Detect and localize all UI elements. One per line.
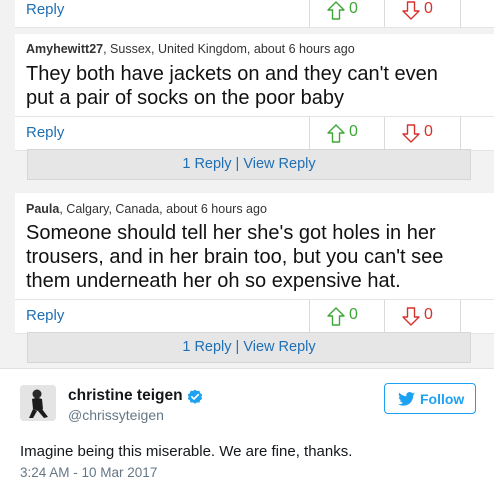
profile-photo-icon bbox=[20, 385, 56, 421]
comment-actions: Reply 0 0 bbox=[15, 299, 494, 334]
comment-actions: Reply 0 0 bbox=[15, 0, 494, 28]
view-replies-button[interactable]: 1 Reply | View Reply bbox=[27, 332, 471, 363]
downvote-button[interactable]: 0 bbox=[384, 300, 461, 333]
comment-body: They both have jackets on and they can't… bbox=[26, 62, 476, 110]
downvote-count: 0 bbox=[424, 0, 433, 17]
comment-actions: Reply 0 0 bbox=[15, 116, 494, 151]
reply-link[interactable]: Reply bbox=[26, 307, 64, 324]
reply-link[interactable]: Reply bbox=[26, 1, 64, 18]
arrow-down-icon bbox=[402, 124, 420, 143]
upvote-count: 0 bbox=[349, 123, 358, 140]
upvote-button[interactable]: 0 bbox=[309, 0, 385, 27]
comment-meta: Amyhewitt27, Sussex, United Kingdom, abo… bbox=[26, 42, 355, 56]
embedded-tweet: christine teigen @chrissyteigen Follow I… bbox=[0, 368, 494, 481]
downvote-count: 0 bbox=[424, 306, 433, 323]
arrow-down-icon bbox=[402, 307, 420, 326]
comment-line: They both have jackets on and they can't… bbox=[26, 63, 438, 85]
arrow-up-icon bbox=[327, 124, 345, 143]
tweet-text: Imagine being this miserable. We are fin… bbox=[20, 443, 353, 460]
view-replies-button[interactable]: 1 Reply | View Reply bbox=[27, 149, 471, 180]
verified-badge-icon bbox=[187, 389, 203, 404]
upvote-count: 0 bbox=[349, 0, 358, 17]
downvote-button[interactable]: 0 bbox=[384, 0, 461, 27]
comments-section: Reply 0 0 Amyhewitt27, Sussex, United Ki… bbox=[0, 0, 494, 368]
downvote-button[interactable]: 0 bbox=[384, 117, 461, 150]
upvote-button[interactable]: 0 bbox=[309, 117, 385, 150]
comment-line: trousers, and in her brain too, but you … bbox=[26, 246, 444, 268]
tweet-timestamp[interactable]: 3:24 AM - 10 Mar 2017 bbox=[20, 465, 157, 480]
comment: Paula, Calgary, Canada, about 6 hours ag… bbox=[15, 193, 494, 299]
upvote-count: 0 bbox=[349, 306, 358, 323]
comment-author[interactable]: Amyhewitt27 bbox=[26, 42, 103, 56]
comment-body: Someone should tell her she's got holes … bbox=[26, 221, 476, 293]
arrow-up-icon bbox=[327, 1, 345, 20]
view-replies-label[interactable]: 1 Reply | View Reply bbox=[182, 339, 315, 355]
comment: Amyhewitt27, Sussex, United Kingdom, abo… bbox=[15, 34, 494, 116]
reply-link[interactable]: Reply bbox=[26, 124, 64, 141]
avatar[interactable] bbox=[20, 385, 56, 421]
comment-location-time: , Calgary, Canada, about 6 hours ago bbox=[59, 202, 267, 216]
tweet-author-handle[interactable]: @chrissyteigen bbox=[68, 407, 164, 423]
arrow-up-icon bbox=[327, 307, 345, 326]
comment-line: Someone should tell her she's got holes … bbox=[26, 222, 436, 244]
comment-line: them underneath her oh so expensive hat. bbox=[26, 270, 401, 292]
comment-line: put a pair of socks on the poor baby bbox=[26, 87, 344, 109]
follow-label[interactable]: Follow bbox=[420, 391, 464, 407]
tweet-author-name[interactable]: christine teigen bbox=[68, 387, 183, 405]
arrow-down-icon bbox=[402, 1, 420, 20]
view-replies-label[interactable]: 1 Reply | View Reply bbox=[182, 156, 315, 172]
twitter-bird-icon bbox=[398, 392, 415, 406]
upvote-button[interactable]: 0 bbox=[309, 300, 385, 333]
follow-button[interactable]: Follow bbox=[384, 383, 476, 414]
comment-location-time: , Sussex, United Kingdom, about 6 hours … bbox=[103, 42, 355, 56]
downvote-count: 0 bbox=[424, 123, 433, 140]
comment-meta: Paula, Calgary, Canada, about 6 hours ag… bbox=[26, 202, 267, 216]
comment-author[interactable]: Paula bbox=[26, 202, 59, 216]
